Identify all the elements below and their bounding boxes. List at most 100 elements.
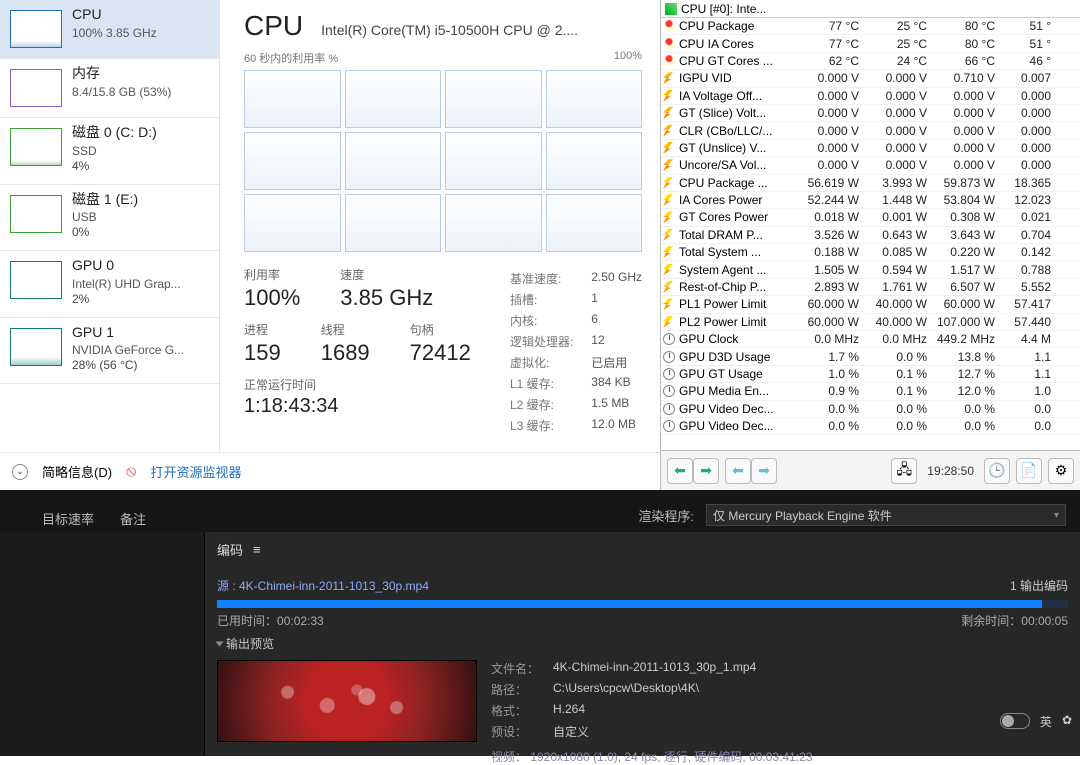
sensor-c2: 53.804 W <box>931 193 999 207</box>
nav-back-button[interactable]: ⬅ <box>667 458 693 484</box>
sidebar-item[interactable]: 磁盘 0 (C: D:) SSD 4% <box>0 118 219 185</box>
nav-fwd-button[interactable]: ➡ <box>693 458 719 484</box>
sensor-label: GPU D3D Usage <box>679 350 795 364</box>
sensor-c3: 0.000 <box>999 158 1055 172</box>
network-button[interactable]: 🖧 <box>891 458 917 484</box>
sensor-c3: 51 ° <box>999 37 1055 51</box>
sensor-c3: 12.023 <box>999 193 1055 207</box>
spec-label: L1 缓存: <box>510 375 573 392</box>
ime-lang[interactable]: 英 <box>1040 713 1052 730</box>
collapse-icon[interactable]: ⌄ <box>12 464 28 480</box>
task-manager: CPU 100% 3.85 GHz 内存 8.4/15.8 GB (53%) 磁… <box>0 0 660 490</box>
log-button[interactable]: 📄 <box>1016 458 1042 484</box>
cpu-core-cell <box>244 194 341 252</box>
sensor-c2: 0.000 V <box>931 158 999 172</box>
sensor-row[interactable]: GT (Slice) Volt... 0.000 V 0.000 V 0.000… <box>661 105 1080 122</box>
sensor-label: System Agent ... <box>679 263 795 277</box>
cpu-model: Intel(R) Core(TM) i5-10500H CPU @ 2.... <box>321 22 642 38</box>
volt-icon <box>663 107 673 119</box>
sensor-row[interactable]: GPU Video Dec... 0.0 % 0.0 % 0.0 % 0.0 <box>661 401 1080 418</box>
sensor-c0: 0.000 V <box>795 124 863 138</box>
sensor-label: CPU Package ... <box>679 176 795 190</box>
sensor-c2: 0.000 V <box>931 141 999 155</box>
sensor-row[interactable]: GPU Media En... 0.9 % 0.1 % 12.0 % 1.0 <box>661 383 1080 400</box>
hwinfo-table[interactable]: CPU Package 77 °C 25 °C 80 °C 51 ° CPU I… <box>661 18 1080 450</box>
sensor-row[interactable]: GPU GT Usage 1.0 % 0.1 % 12.7 % 1.1 <box>661 366 1080 383</box>
sensor-row[interactable]: CPU IA Cores 77 °C 25 °C 80 °C 51 ° <box>661 35 1080 52</box>
sensor-c2: 12.0 % <box>931 384 999 398</box>
cpu-core-grid <box>244 70 642 252</box>
nav-fwd2-button[interactable]: ➡ <box>751 458 777 484</box>
sensor-c3: 0.000 <box>999 89 1055 103</box>
sidebar-item[interactable]: 内存 8.4/15.8 GB (53%) <box>0 59 219 118</box>
chevron-down-icon: ▾ <box>1054 510 1059 521</box>
clock-icon[interactable]: 🕒 <box>984 458 1010 484</box>
util-label: 利用率 <box>244 266 300 283</box>
sensor-c3: 1.0 <box>999 384 1055 398</box>
cpu-core-cell <box>445 194 542 252</box>
sidebar-item[interactable]: GPU 1 NVIDIA GeForce G... 28% (56 °C) <box>0 318 219 385</box>
menu-icon[interactable]: ≡ <box>253 542 261 557</box>
sensor-row[interactable]: IA Cores Power 52.244 W 1.448 W 53.804 W… <box>661 192 1080 209</box>
hwinfo-section-header[interactable]: CPU [#0]: Inte... <box>661 0 1080 18</box>
clk-icon <box>663 368 675 380</box>
progress-bar-fill <box>217 600 1042 608</box>
encode-source: 源 : 4K-Chimei-inn-2011-1013_30p.mp4 <box>217 577 429 594</box>
preset-value: 自定义 <box>553 723 813 740</box>
watt-icon <box>663 281 673 293</box>
renderer-select[interactable]: 仅 Mercury Playback Engine 软件 ▾ <box>706 504 1066 526</box>
sidebar-item[interactable]: CPU 100% 3.85 GHz <box>0 0 219 59</box>
sensor-label: GPU Video Dec... <box>679 402 795 416</box>
tab-notes[interactable]: 备注 <box>120 509 146 528</box>
sensor-row[interactable]: IGPU VID 0.000 V 0.000 V 0.710 V 0.007 <box>661 70 1080 87</box>
sensor-row[interactable]: GPU Clock 0.0 MHz 0.0 MHz 449.2 MHz 4.4 … <box>661 331 1080 348</box>
sensor-row[interactable]: CPU Package ... 56.619 W 3.993 W 59.873 … <box>661 175 1080 192</box>
sensor-row[interactable]: IA Voltage Off... 0.000 V 0.000 V 0.000 … <box>661 88 1080 105</box>
sensor-row[interactable]: GPU D3D Usage 1.7 % 0.0 % 13.8 % 1.1 <box>661 348 1080 365</box>
sensor-row[interactable]: CPU GT Cores ... 62 °C 24 °C 66 °C 46 ° <box>661 53 1080 70</box>
sensor-c2: 0.000 V <box>931 106 999 120</box>
thr-value: 1689 <box>321 340 370 366</box>
nav-back2-button[interactable]: ⬅ <box>725 458 751 484</box>
ime-settings-icon[interactable]: ✿ <box>1062 713 1072 730</box>
sidebar-item[interactable]: GPU 0 Intel(R) UHD Grap... 2% <box>0 251 219 318</box>
sensor-row[interactable]: Rest-of-Chip P... 2.893 W 1.761 W 6.507 … <box>661 279 1080 296</box>
encode-progress[interactable] <box>217 600 1068 608</box>
disclosure-icon[interactable] <box>216 642 224 647</box>
sensor-row[interactable]: GPU Video Dec... 0.0 % 0.0 % 0.0 % 0.0 <box>661 418 1080 435</box>
spec-label: L3 缓存: <box>510 417 573 434</box>
sensor-row[interactable]: Total System ... 0.188 W 0.085 W 0.220 W… <box>661 244 1080 261</box>
sensor-label: CPU Package <box>679 19 795 33</box>
sensor-row[interactable]: System Agent ... 1.505 W 0.594 W 1.517 W… <box>661 261 1080 278</box>
toggle-switch[interactable] <box>1000 713 1030 729</box>
sidebar-item-title: GPU 0 <box>72 257 181 275</box>
sensor-row[interactable]: CLR (CBo/LLC/... 0.000 V 0.000 V 0.000 V… <box>661 122 1080 139</box>
sensor-c2: 0.000 V <box>931 124 999 138</box>
sensor-c1: 25 °C <box>863 19 931 33</box>
settings-button[interactable]: ⚙ <box>1048 458 1074 484</box>
sidebar-item-title: 磁盘 0 (C: D:) <box>72 124 157 142</box>
sensor-c0: 1.7 % <box>795 350 863 364</box>
path-label: 路径： <box>491 681 547 698</box>
sensor-label: IGPU VID <box>679 71 795 85</box>
sensor-row[interactable]: CPU Package 77 °C 25 °C 80 °C 51 ° <box>661 18 1080 35</box>
tab-target-rate[interactable]: 目标速率 <box>42 509 94 528</box>
sensor-row[interactable]: Uncore/SA Vol... 0.000 V 0.000 V 0.000 V… <box>661 157 1080 174</box>
sensor-row[interactable]: Total DRAM P... 3.526 W 0.643 W 3.643 W … <box>661 227 1080 244</box>
sidebar-item-value: 28% (56 °C) <box>72 358 184 373</box>
sensor-c1: 3.993 W <box>863 176 931 190</box>
sidebar-item[interactable]: 磁盘 1 (E:) USB 0% <box>0 185 219 252</box>
file-label: 文件名： <box>491 660 547 677</box>
sensor-row[interactable]: GT (Unslice) V... 0.000 V 0.000 V 0.000 … <box>661 140 1080 157</box>
sensor-row[interactable]: PL1 Power Limit 60.000 W 40.000 W 60.000… <box>661 296 1080 313</box>
sensor-label: PL2 Power Limit <box>679 315 795 329</box>
sensor-label: IA Voltage Off... <box>679 89 795 103</box>
sensor-row[interactable]: PL2 Power Limit 60.000 W 40.000 W 107.00… <box>661 314 1080 331</box>
sensor-row[interactable]: GT Cores Power 0.018 W 0.001 W 0.308 W 0… <box>661 209 1080 226</box>
watt-icon <box>663 316 673 328</box>
sensor-c1: 0.085 W <box>863 245 931 259</box>
open-resmon-link[interactable]: 打开资源监视器 <box>150 462 241 481</box>
brief-info-button[interactable]: 简略信息(D) <box>42 462 112 481</box>
volt-icon <box>663 72 673 84</box>
preview-thumbnail <box>217 660 477 742</box>
